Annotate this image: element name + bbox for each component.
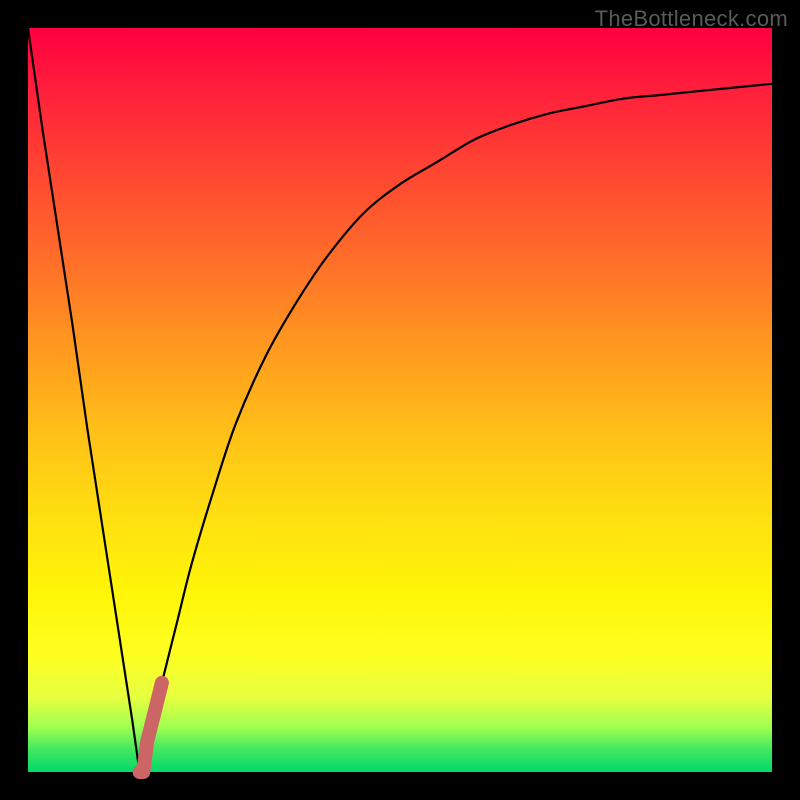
bottleneck-curve-left <box>28 28 140 772</box>
chart-svg <box>28 28 772 772</box>
highlight-segment <box>140 683 162 772</box>
bottleneck-curve-right <box>140 84 772 772</box>
chart-frame: TheBottleneck.com <box>0 0 800 800</box>
plot-area <box>28 28 772 772</box>
